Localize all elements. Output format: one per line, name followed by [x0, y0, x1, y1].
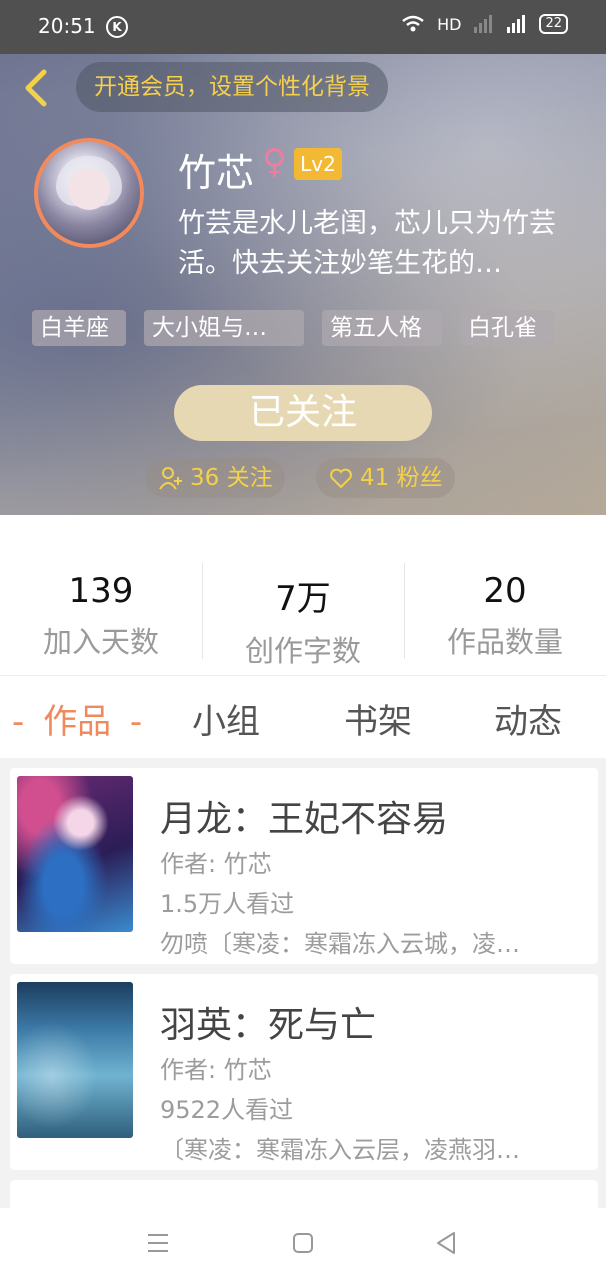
stat-label: 作品数量: [446, 625, 563, 659]
stat-value: 139: [68, 571, 134, 611]
work-card[interactable]: 月龙：王妃不容易 作者: 竹芯 1.5万人看过 勿喷〔寒凌：寒霜冻入云城，凌…: [10, 768, 598, 964]
followed-button[interactable]: 已关注: [174, 385, 432, 441]
book-cover[interactable]: [17, 776, 133, 932]
status-bar: 20:51 K HD 22: [0, 0, 606, 54]
system-nav-bar: [0, 1208, 606, 1280]
tab-decor: -: [129, 702, 143, 742]
female-gender-icon: ♀: [262, 142, 287, 182]
user-bio[interactable]: 竹芸是水儿老闺，芯儿只为竹芸活。快去关注妙笔生花的…: [178, 204, 583, 284]
work-title: 月龙：王妃不容易: [160, 799, 449, 840]
signal-4g-icon: [507, 15, 526, 33]
battery-icon: 22: [539, 14, 568, 34]
tag-item[interactable]: 大小姐与…: [144, 310, 304, 346]
stat-value: 7万: [275, 579, 331, 619]
work-views: 1.5万人看过: [160, 890, 295, 918]
back-arrow-icon[interactable]: [18, 68, 58, 108]
followers-count[interactable]: 41 粉丝: [316, 458, 455, 498]
tab-groups[interactable]: 小组: [192, 694, 260, 743]
work-views: 9522人看过: [160, 1096, 294, 1124]
add-user-icon: [159, 467, 182, 490]
tag-item[interactable]: 白孔雀: [460, 310, 554, 346]
status-time: 20:51: [38, 14, 96, 38]
home-icon[interactable]: [292, 1232, 314, 1254]
stats-bar: 139 加入天数 7万 创作字数 20 作品数量: [0, 515, 606, 675]
tag-item[interactable]: 第五人格: [322, 310, 442, 346]
network-label: HD: [437, 14, 462, 34]
wifi-icon: [402, 15, 424, 32]
vip-background-prompt[interactable]: 开通会员，设置个性化背景: [76, 62, 388, 112]
tab-bookshelf[interactable]: 书架: [344, 694, 412, 743]
stat-label: 创作字数: [244, 634, 361, 668]
stat-value: 20: [483, 571, 527, 611]
following-count[interactable]: 36 关注: [146, 458, 285, 498]
k-app-icon: K: [106, 16, 128, 38]
tab-works[interactable]: - 作品 -: [12, 694, 142, 743]
profile-header: 开通会员，设置个性化背景 竹芯 ♀ Lv2 竹芸是水儿老闺，芯儿只为竹芸活。快去…: [0, 54, 606, 515]
signal-icon: [474, 15, 493, 33]
work-description: 勿喷〔寒凌：寒霜冻入云城，凌…: [160, 930, 520, 958]
work-author: 作者: 竹芯: [160, 1056, 272, 1084]
work-title: 羽英：死与亡: [160, 1005, 377, 1046]
avatar[interactable]: [34, 138, 144, 248]
stat-label: 加入天数: [42, 625, 159, 659]
book-cover[interactable]: [17, 982, 133, 1138]
level-badge: Lv2: [294, 148, 342, 180]
stat-join-days: 139 加入天数: [0, 571, 202, 661]
tab-decor: -: [12, 702, 25, 742]
status-icons: HD 22: [401, 14, 568, 34]
heart-icon: [330, 468, 352, 489]
tab-bar: - 作品 - 小组 书架 动态: [0, 675, 606, 758]
work-author: 作者: 竹芯: [160, 850, 272, 878]
tag-item[interactable]: 白羊座: [32, 310, 126, 346]
username: 竹芯: [178, 151, 255, 195]
followers-label: 41 粉丝: [360, 465, 443, 491]
work-card[interactable]: 羽英：死与亡 作者: 竹芯 9522人看过 〔寒凌：寒霜冻入云层，凌燕羽…: [10, 974, 598, 1170]
menu-icon[interactable]: [146, 1232, 170, 1254]
tab-label: 作品: [43, 702, 112, 742]
tab-activity[interactable]: 动态: [494, 694, 562, 743]
work-description: 〔寒凌：寒霜冻入云层，凌燕羽…: [160, 1136, 520, 1164]
stat-works-count: 20 作品数量: [404, 571, 606, 661]
back-icon[interactable]: [434, 1230, 458, 1256]
stat-word-count: 7万 创作字数: [202, 571, 404, 670]
following-label: 36 关注: [190, 465, 273, 491]
